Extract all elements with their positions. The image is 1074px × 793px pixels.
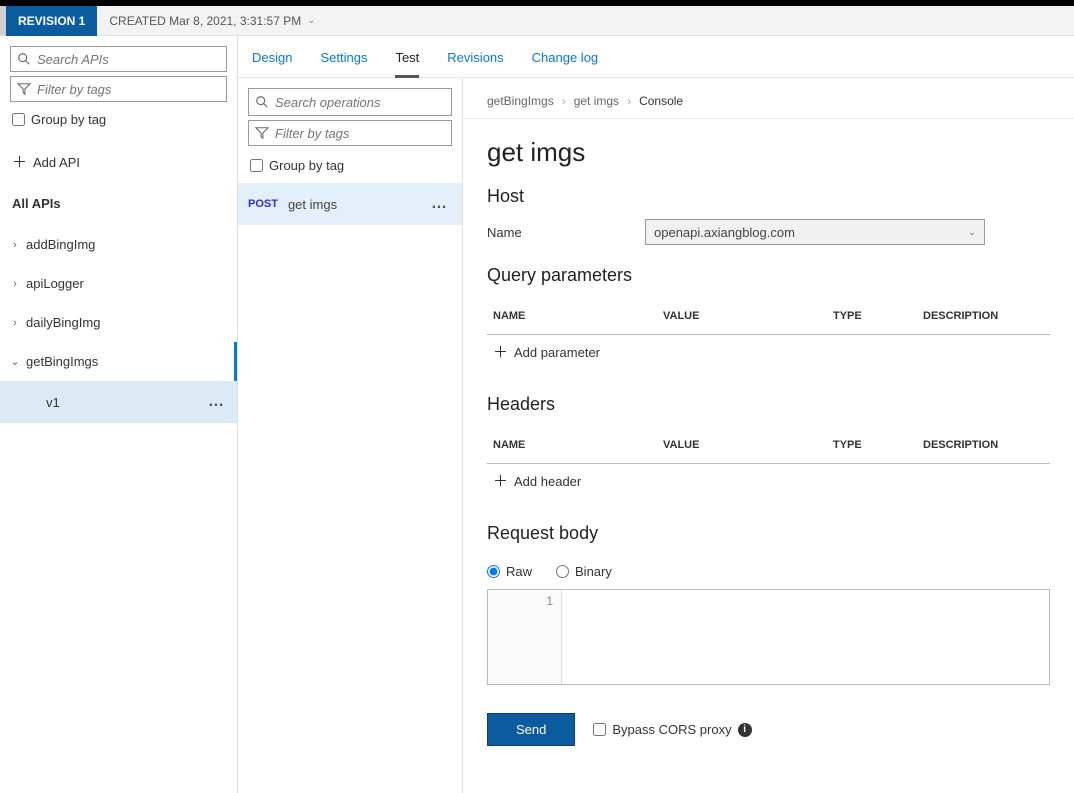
operation-name: get imgs	[288, 197, 337, 212]
send-button[interactable]: Send	[487, 713, 575, 746]
body-binary-radio-input[interactable]	[556, 565, 569, 578]
body-raw-radio[interactable]: Raw	[487, 564, 532, 579]
test-console: getBingImgs › get imgs › Console get img…	[463, 78, 1074, 793]
col-name: NAME	[487, 298, 657, 335]
api-revision-label: v1	[46, 395, 60, 410]
add-api-button[interactable]: ＋ Add API	[0, 137, 237, 186]
add-header-button[interactable]: ＋ Add header	[493, 474, 581, 489]
group-by-tag-apis-checkbox[interactable]	[12, 113, 25, 126]
revision-created-dropdown[interactable]: CREATED Mar 8, 2021, 3:31:57 PM ⌄	[97, 14, 327, 28]
breadcrumb-item[interactable]: getBingImgs	[487, 94, 554, 108]
revision-badge: REVISION 1	[6, 6, 97, 36]
tab-settings[interactable]: Settings	[320, 36, 367, 77]
col-description: DESCRIPTION	[917, 427, 1050, 464]
filter-icon	[255, 126, 269, 140]
col-description: DESCRIPTION	[917, 298, 1050, 335]
chevron-right-icon: ›	[10, 278, 20, 290]
revision-created-text: CREATED Mar 8, 2021, 3:31:57 PM	[109, 14, 301, 28]
api-label: apiLogger	[26, 276, 84, 291]
breadcrumb: getBingImgs › get imgs › Console	[487, 88, 1050, 112]
query-params-table: NAME VALUE TYPE DESCRIPTION ＋ Add parame…	[487, 298, 1050, 370]
sidebar-item-getbingimgs-v1[interactable]: v1 …	[0, 381, 237, 423]
tab-design[interactable]: Design	[252, 36, 292, 77]
host-select[interactable]: openapi.axiangblog.com ⌄	[645, 219, 985, 245]
search-apis-box[interactable]	[10, 46, 227, 72]
filter-operations-box[interactable]	[248, 120, 452, 146]
group-by-tag-operations[interactable]: Group by tag	[238, 154, 462, 183]
body-binary-radio[interactable]: Binary	[556, 564, 612, 579]
col-value: VALUE	[657, 427, 827, 464]
chevron-right-icon: ›	[10, 317, 20, 329]
request-body-heading: Request body	[487, 523, 1050, 544]
editor-gutter: 1	[488, 590, 562, 684]
headers-table: NAME VALUE TYPE DESCRIPTION ＋ Add header	[487, 427, 1050, 499]
plus-icon: ＋	[493, 474, 508, 489]
tab-test[interactable]: Test	[395, 36, 419, 78]
add-parameter-button[interactable]: ＋ Add parameter	[493, 345, 600, 360]
group-by-tag-operations-checkbox[interactable]	[250, 159, 263, 172]
filter-operations-input[interactable]	[275, 126, 453, 141]
revision-bar: REVISION 1 CREATED Mar 8, 2021, 3:31:57 …	[0, 6, 1074, 36]
page-title: get imgs	[487, 137, 1050, 168]
add-api-label: Add API	[33, 155, 80, 170]
query-params-heading: Query parameters	[487, 265, 1050, 286]
col-type: TYPE	[827, 427, 917, 464]
col-value: VALUE	[657, 298, 827, 335]
chevron-right-icon: ›	[10, 239, 20, 251]
group-by-tag-apis[interactable]: Group by tag	[10, 106, 227, 137]
editor-code-area[interactable]	[562, 590, 1049, 684]
sidebar-item-getbingimgs[interactable]: ⌄ getBingImgs	[0, 342, 237, 381]
col-name: NAME	[487, 427, 657, 464]
search-icon	[255, 95, 269, 109]
group-by-tag-operations-label: Group by tag	[269, 158, 344, 173]
chevron-down-icon: ⌄	[307, 15, 315, 26]
plus-icon: ＋	[493, 345, 508, 360]
col-type: TYPE	[827, 298, 917, 335]
host-name-label: Name	[487, 225, 627, 240]
bypass-cors-checkbox[interactable]	[593, 723, 606, 736]
search-icon	[17, 52, 31, 66]
filter-apis-input[interactable]	[37, 82, 220, 97]
chevron-right-icon: ›	[562, 94, 566, 108]
sidebar-item-dailybingimg[interactable]: › dailyBingImg	[0, 303, 237, 342]
host-section-heading: Host	[487, 186, 1050, 207]
more-icon[interactable]: …	[208, 393, 225, 411]
filter-icon	[17, 82, 31, 96]
operations-panel: Group by tag POST get imgs …	[238, 78, 463, 793]
api-label: getBingImgs	[26, 354, 98, 369]
body-binary-label: Binary	[575, 564, 612, 579]
request-body-editor[interactable]: 1	[487, 589, 1050, 685]
api-sidebar: Group by tag ＋ Add API All APIs › addBin…	[0, 36, 238, 793]
host-select-value: openapi.axiangblog.com	[654, 225, 795, 240]
info-icon[interactable]: i	[738, 723, 752, 737]
operation-verb: POST	[248, 198, 278, 210]
api-label: dailyBingImg	[26, 315, 100, 330]
more-icon[interactable]: …	[431, 195, 452, 213]
body-raw-radio-input[interactable]	[487, 565, 500, 578]
operation-item-get-imgs[interactable]: POST get imgs …	[238, 183, 462, 225]
tab-revisions[interactable]: Revisions	[447, 36, 503, 77]
api-label: addBingImg	[26, 237, 95, 252]
plus-icon: ＋	[12, 155, 27, 170]
breadcrumb-current: Console	[639, 94, 683, 108]
add-parameter-label: Add parameter	[514, 345, 600, 360]
sidebar-item-apilogger[interactable]: › apiLogger	[0, 264, 237, 303]
search-operations-box[interactable]	[248, 88, 452, 116]
group-by-tag-apis-label: Group by tag	[31, 112, 106, 127]
all-apis-heading[interactable]: All APIs	[0, 186, 237, 225]
search-operations-input[interactable]	[275, 95, 453, 110]
chevron-down-icon: ⌄	[968, 227, 976, 238]
tab-changelog[interactable]: Change log	[532, 36, 599, 77]
search-apis-input[interactable]	[37, 52, 220, 67]
headers-heading: Headers	[487, 394, 1050, 415]
chevron-right-icon: ›	[627, 94, 631, 108]
bypass-cors-checkbox-label[interactable]: Bypass CORS proxy i	[593, 722, 751, 737]
filter-apis-box[interactable]	[10, 76, 227, 102]
add-header-label: Add header	[514, 474, 581, 489]
bypass-cors-text: Bypass CORS proxy	[612, 722, 731, 737]
sidebar-item-addbingimg[interactable]: › addBingImg	[0, 225, 237, 264]
chevron-down-icon: ⌄	[10, 355, 20, 368]
breadcrumb-item[interactable]: get imgs	[574, 94, 619, 108]
body-raw-label: Raw	[506, 564, 532, 579]
